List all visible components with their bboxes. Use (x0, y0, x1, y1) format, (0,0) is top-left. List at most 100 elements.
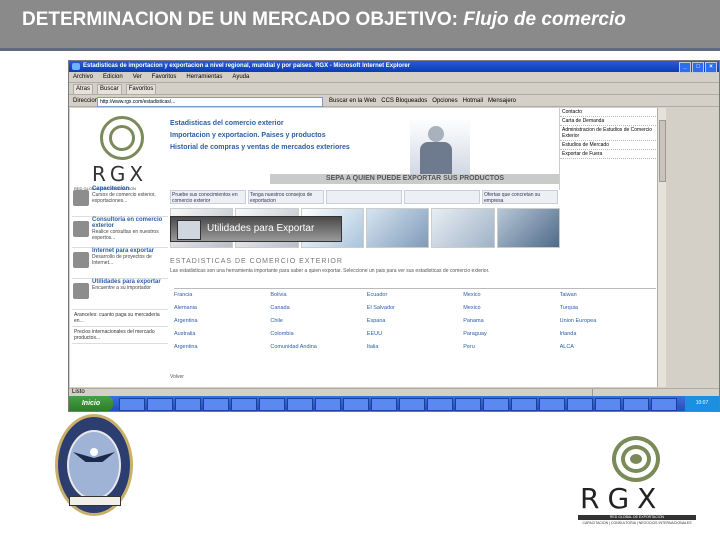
link-opciones[interactable]: Opciones (432, 95, 457, 107)
promo-item[interactable] (404, 190, 480, 204)
right-panel-item[interactable]: Administracion de Estudios de Comercio E… (560, 126, 656, 141)
menu-bar: Archivo Edicion Ver Favoritos Herramient… (69, 72, 719, 83)
sidebar-item-internet[interactable]: Internet para exportar Desarrollo de pro… (72, 248, 168, 279)
page-footer[interactable]: Volver (170, 374, 184, 380)
country-link[interactable]: Colombia (270, 328, 366, 341)
utilidades-banner[interactable]: Utilidades para Exportar (170, 216, 342, 242)
country-link[interactable]: Union Europea (560, 315, 656, 328)
nav-item-historial[interactable]: Historial de compras y ventas de mercado… (170, 144, 350, 151)
promo-item[interactable] (326, 190, 402, 204)
capacitacion-icon (73, 190, 89, 206)
taskbar-app[interactable] (175, 398, 201, 411)
taskbar-app[interactable] (651, 398, 677, 411)
nav-item-estadisticas[interactable]: Estadisticas del comercio exterior (170, 120, 350, 127)
link-hotmail[interactable]: Hotmail (463, 95, 483, 107)
menu-edicion[interactable]: Edicion (103, 72, 123, 82)
promo-item[interactable]: Ofertas que concretan su empresa (482, 190, 558, 204)
scroll-thumb[interactable] (659, 120, 666, 182)
country-link[interactable]: Francia (174, 289, 270, 302)
country-link[interactable]: Espana (367, 315, 463, 328)
country-link[interactable]: Argentina (174, 315, 270, 328)
country-link[interactable]: ALCA (560, 341, 656, 354)
taskbar-app[interactable] (119, 398, 145, 411)
country-link[interactable]: Mexico (463, 289, 559, 302)
taskbar-apps (119, 398, 677, 411)
country-link[interactable]: Italia (367, 341, 463, 354)
favorites-button[interactable]: Favoritos (125, 84, 157, 95)
country-link[interactable]: Mexico (463, 302, 559, 315)
taskbar-app[interactable] (483, 398, 509, 411)
country-link[interactable]: Argentina (174, 341, 270, 354)
taskbar-app[interactable] (567, 398, 593, 411)
taskbar-app[interactable] (455, 398, 481, 411)
country-link[interactable]: Chile (270, 315, 366, 328)
taskbar-app[interactable] (427, 398, 453, 411)
sidebar-item-capacitacion[interactable]: Capacitacion Cursos de comercio exterior… (72, 186, 168, 217)
menu-ver[interactable]: Ver (133, 72, 142, 82)
taskbar: Inicio 10:07 (69, 396, 719, 411)
back-button[interactable]: Atras (73, 84, 94, 95)
link-buscar-web[interactable]: Buscar en la Web (329, 95, 376, 107)
taskbar-app[interactable] (595, 398, 621, 411)
taskbar-app[interactable] (231, 398, 257, 411)
right-panel: Contacto Carta de Demanda Administracion… (559, 108, 656, 190)
taskbar-app[interactable] (343, 398, 369, 411)
menu-archivo[interactable]: Archivo (73, 72, 93, 82)
taskbar-app[interactable] (147, 398, 173, 411)
right-panel-item[interactable]: Exportar de Fuera (560, 150, 656, 159)
site-nav: Estadisticas del comercio exterior Impor… (170, 120, 350, 156)
address-input[interactable]: http://www.rgx.com/estadisticas/... (97, 97, 323, 107)
rgx-site-logo[interactable]: RGX RED GLOBAL DE EXPORTACION (74, 116, 174, 191)
country-link[interactable]: Bolivia (270, 289, 366, 302)
vertical-scrollbar[interactable] (657, 108, 666, 387)
country-link[interactable]: Paraguay (463, 328, 559, 341)
promo-item[interactable]: Pruebe sus conocimientos en comercio ext… (170, 190, 246, 204)
sidebar-item-consultoria[interactable]: Consultoria en comercio exterior Realice… (72, 217, 168, 248)
browser-title: Estadisticas de importacion y exportacio… (83, 63, 411, 69)
country-table: Francia Bolivia Ecuador Mexico Taiwan Al… (174, 288, 656, 359)
taskbar-app[interactable] (539, 398, 565, 411)
menu-herramientas[interactable]: Herramientas (186, 72, 222, 82)
link-mensajero[interactable]: Mensajero (488, 95, 516, 107)
search-button[interactable]: Buscar (97, 84, 122, 95)
country-link[interactable]: Irlanda (560, 328, 656, 341)
slide-title-sub: Flujo de comercio (463, 9, 626, 30)
taskbar-app[interactable] (399, 398, 425, 411)
taskbar-app[interactable] (371, 398, 397, 411)
sidebar-link-aranceles[interactable]: Aranceles: cuanto paga su mercaderia en.… (72, 310, 168, 327)
link-ccs[interactable]: CCS Bloqueados (381, 95, 427, 107)
nav-item-importacion[interactable]: Importacion y exportacion. Paises y prod… (170, 132, 350, 139)
taskbar-app[interactable] (511, 398, 537, 411)
maze-logo-icon (100, 116, 144, 160)
country-link[interactable]: Comunidad Andina (270, 341, 366, 354)
taskbar-app[interactable] (623, 398, 649, 411)
taskbar-app[interactable] (315, 398, 341, 411)
country-link[interactable]: Canada (270, 302, 366, 315)
country-link[interactable]: Taiwan (560, 289, 656, 302)
menu-ayuda[interactable]: Ayuda (232, 72, 249, 82)
country-link[interactable]: Ecuador (367, 289, 463, 302)
country-link[interactable]: Turquia (560, 302, 656, 315)
right-panel-item[interactable]: Estudios de Mercado (560, 141, 656, 150)
country-link[interactable]: EEUU (367, 328, 463, 341)
country-link[interactable]: Australia (174, 328, 270, 341)
right-panel-item[interactable]: Carta de Demanda (560, 117, 656, 126)
country-link[interactable]: Peru (463, 341, 559, 354)
header-rule (0, 48, 720, 51)
menu-favoritos[interactable]: Favoritos (152, 72, 177, 82)
status-text: Listo (72, 389, 85, 395)
country-link[interactable]: Alemania (174, 302, 270, 315)
utilidades-label: Utilidades para Exportar (207, 223, 315, 234)
taskbar-app[interactable] (203, 398, 229, 411)
sidebar-item-utilidades[interactable]: Utilidades para exportar Encuentre a su … (72, 279, 168, 310)
promo-item[interactable]: Tenga nuestros consejos de exportacion (248, 190, 324, 204)
taskbar-app[interactable] (287, 398, 313, 411)
taskbar-app[interactable] (259, 398, 285, 411)
consultoria-icon (73, 221, 89, 237)
sidebar-link-precios[interactable]: Precios internacionales del mercado prod… (72, 327, 168, 344)
section-title: ESTADISTICAS DE COMERCIO EXTERIOR (170, 258, 343, 265)
start-button[interactable]: Inicio (69, 396, 113, 411)
country-link[interactable]: Panama (463, 315, 559, 328)
right-panel-item[interactable]: Contacto (560, 108, 656, 117)
country-link[interactable]: El Salvador (367, 302, 463, 315)
